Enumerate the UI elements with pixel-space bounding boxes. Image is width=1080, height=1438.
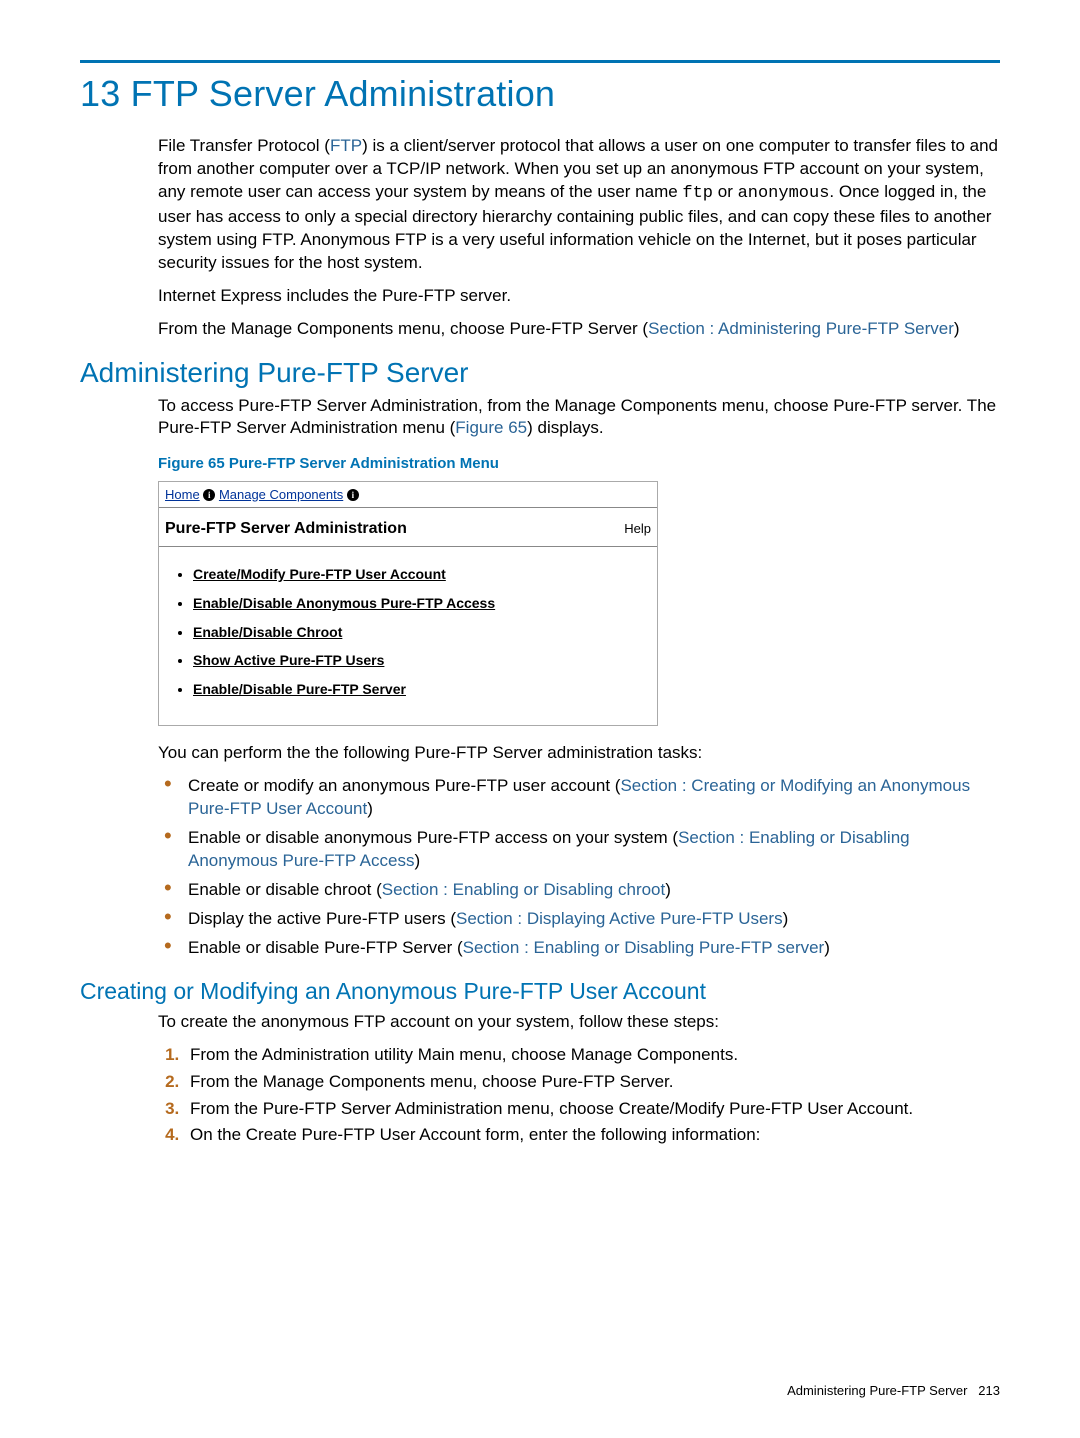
sec2-lead: To create the anonymous FTP account on y… [158, 1011, 1000, 1034]
step-item: From the Manage Components menu, choose … [184, 1071, 1000, 1094]
link-section-chroot[interactable]: Section : Enabling or Disabling chroot [382, 880, 666, 899]
info-icon[interactable]: i [347, 489, 359, 501]
steps-list: From the Administration utility Main men… [158, 1044, 1000, 1148]
menu-link-create-modify[interactable]: Create/Modify Pure-FTP User Account [193, 566, 446, 582]
menu-item: Enable/Disable Anonymous Pure-FTP Access [193, 594, 647, 613]
info-icon[interactable]: i [203, 489, 215, 501]
list-item: Enable or disable anonymous Pure-FTP acc… [158, 827, 1000, 873]
intro-paragraph-1: File Transfer Protocol (FTP) is a client… [158, 135, 1000, 275]
panel-title: Pure-FTP Server Administration [165, 518, 407, 540]
intro-paragraph-3: From the Manage Components menu, choose … [158, 318, 1000, 341]
breadcrumb: Home i Manage Components i [159, 482, 657, 509]
list-item: Display the active Pure-FTP users (Secti… [158, 908, 1000, 931]
link-section-active[interactable]: Section : Displaying Active Pure-FTP Use… [456, 909, 783, 928]
page-footer: Administering Pure-FTP Server 213 [787, 1383, 1000, 1398]
link-figure-65[interactable]: Figure 65 [455, 418, 527, 437]
menu-link-enable-anon[interactable]: Enable/Disable Anonymous Pure-FTP Access [193, 595, 495, 611]
menu-item: Show Active Pure-FTP Users [193, 651, 647, 670]
link-admin-pureftp[interactable]: Section : Administering Pure-FTP Server [648, 319, 954, 338]
menu-link-enable-server[interactable]: Enable/Disable Pure-FTP Server [193, 681, 406, 697]
help-link[interactable]: Help [624, 520, 651, 538]
list-item: Enable or disable chroot (Section : Enab… [158, 879, 1000, 902]
link-section-server[interactable]: Section : Enabling or Disabling Pure-FTP… [463, 938, 825, 957]
tasks-lead: You can perform the the following Pure-F… [158, 742, 1000, 765]
list-item: Enable or disable Pure-FTP Server (Secti… [158, 937, 1000, 960]
step-item: On the Create Pure-FTP User Account form… [184, 1124, 1000, 1147]
crumb-home[interactable]: Home [165, 487, 200, 502]
code-anonymous: anonymous [738, 184, 830, 203]
crumb-manage[interactable]: Manage Components [219, 487, 343, 502]
footer-page-number: 213 [978, 1383, 1000, 1398]
menu-item: Enable/Disable Pure-FTP Server [193, 680, 647, 699]
menu-link-enable-chroot[interactable]: Enable/Disable Chroot [193, 624, 342, 640]
list-item: Create or modify an anonymous Pure-FTP u… [158, 775, 1000, 821]
figure-screenshot: Home i Manage Components i Pure-FTP Serv… [158, 481, 658, 727]
chapter-title-text: FTP Server Administration [131, 73, 555, 114]
tasks-list: Create or modify an anonymous Pure-FTP u… [158, 775, 1000, 960]
sec1-paragraph: To access Pure-FTP Server Administration… [158, 395, 1000, 441]
figure-caption: Figure 65 Pure-FTP Server Administration… [158, 454, 1000, 474]
subsection-create-modify: Creating or Modifying an Anonymous Pure-… [80, 978, 1000, 1005]
step-item: From the Administration utility Main men… [184, 1044, 1000, 1067]
chapter-number: 13 [80, 73, 120, 114]
step-item: From the Pure-FTP Server Administration … [184, 1098, 1000, 1121]
footer-section: Administering Pure-FTP Server [787, 1383, 967, 1398]
menu-item: Create/Modify Pure-FTP User Account [193, 565, 647, 584]
intro-paragraph-2: Internet Express includes the Pure-FTP s… [158, 285, 1000, 308]
admin-menu: Create/Modify Pure-FTP User Account Enab… [193, 565, 647, 699]
section-admin-pureftp: Administering Pure-FTP Server [80, 357, 1000, 389]
chapter-title: 13 FTP Server Administration [80, 73, 1000, 115]
menu-link-show-active[interactable]: Show Active Pure-FTP Users [193, 652, 384, 668]
link-ftp[interactable]: FTP [330, 136, 362, 155]
code-ftp: ftp [682, 184, 713, 203]
menu-item: Enable/Disable Chroot [193, 623, 647, 642]
